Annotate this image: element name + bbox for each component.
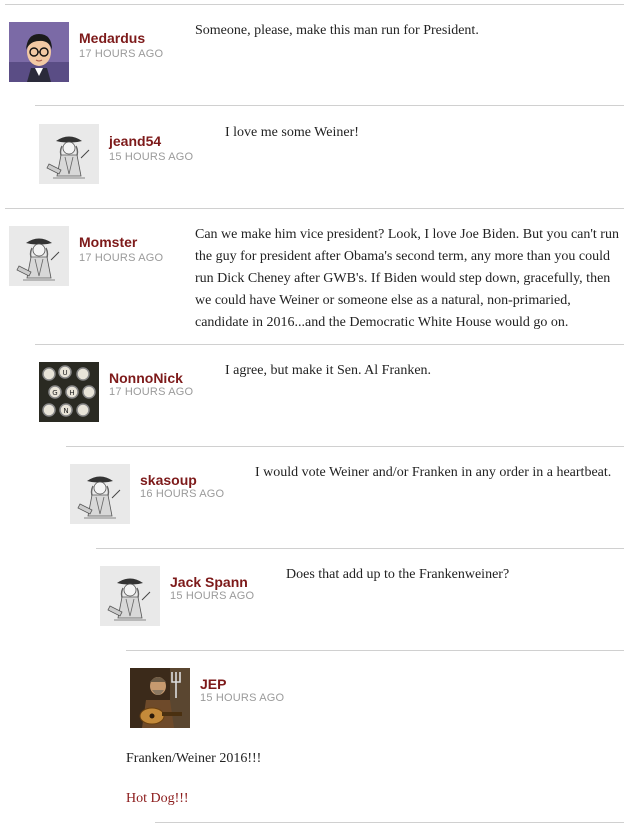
comment-text: Does that add up to the Frankenweiner? [286,567,510,582]
comment: Medardus 17 HOURS AGO Someone, please, m… [5,4,624,106]
avatar[interactable] [9,22,69,82]
comment-text: I love me some Weiner! [225,125,359,140]
avatar[interactable] [39,124,99,184]
comment-timestamp[interactable]: 17 HOURS AGO [109,386,193,398]
avatar[interactable] [130,668,190,728]
comment-text: I would vote Weiner and/or Franken in an… [255,465,612,480]
comment: JEP 15 HOURS AGO Franken/Weiner 2016!!! … [126,650,624,821]
comment-username[interactable]: NonnoNick [109,370,183,386]
comment-username[interactable]: Medardus [79,30,145,46]
comment: skasoup 16 HOURS AGO I would vote Weiner… [66,446,624,549]
comment: Jack Spann 15 HOURS AGO Does that add up… [96,548,624,651]
comment-timestamp[interactable]: 15 HOURS AGO [170,590,254,602]
comment-text-hot-dog: Hot Dog!!! [126,791,189,806]
comment-username[interactable]: JEP [200,676,226,692]
avatar[interactable] [39,362,99,422]
comment: jeand54 15 HOURS AGO I love me some Wein… [35,105,624,208]
avatar[interactable] [70,464,130,524]
comment-timestamp[interactable]: 17 HOURS AGO [79,48,163,60]
comment: NonnoNick 17 HOURS AGO I agree, but make… [35,344,624,447]
comment-text: Franken/Weiner 2016!!! [126,751,262,766]
comment-username[interactable]: Momster [79,234,137,250]
divider [155,822,624,823]
comment-text: Can we make him vice president? Look, I … [195,227,619,330]
avatar[interactable] [100,566,160,626]
comment-timestamp[interactable]: 17 HOURS AGO [79,252,163,264]
comment-timestamp[interactable]: 16 HOURS AGO [140,488,224,500]
comment-username[interactable]: skasoup [140,472,197,488]
avatar[interactable] [9,226,69,286]
comment-timestamp[interactable]: 15 HOURS AGO [200,692,284,704]
comment-username[interactable]: Jack Spann [170,574,248,590]
comment-username[interactable]: jeand54 [109,133,161,149]
comment-text: I agree, but make it Sen. Al Franken. [225,363,432,378]
comment-text: Someone, please, make this man run for P… [195,23,479,38]
comment: Momster 17 HOURS AGO Can we make him vic… [5,208,624,345]
comment-timestamp[interactable]: 15 HOURS AGO [109,151,193,163]
